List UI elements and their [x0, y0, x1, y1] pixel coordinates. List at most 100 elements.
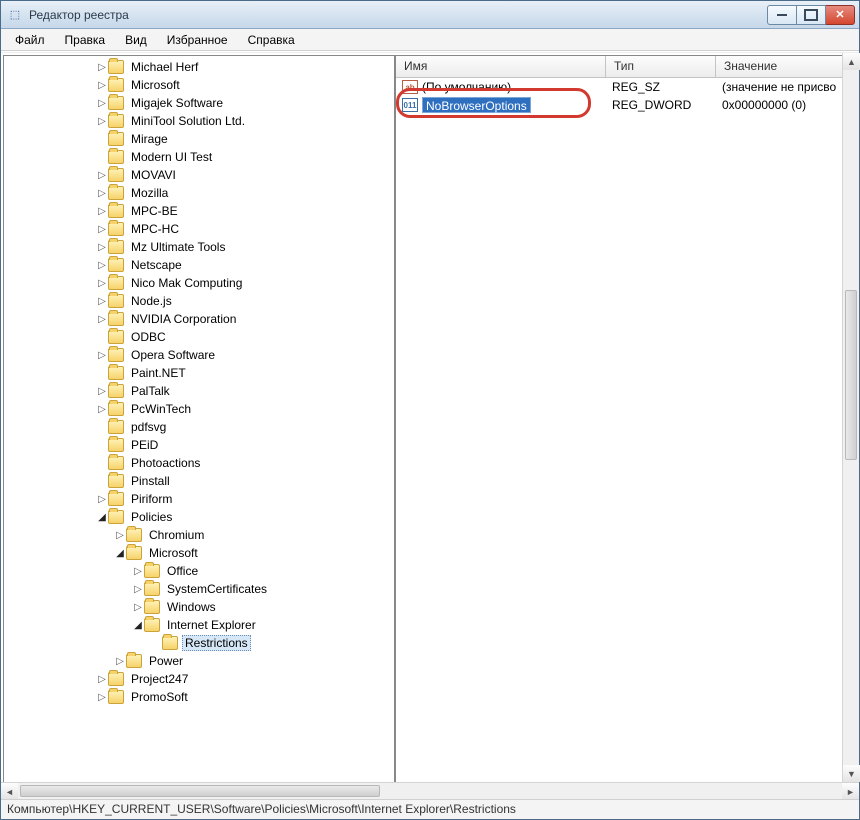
menu-file[interactable]: Файл: [5, 30, 55, 50]
chevron-right-icon[interactable]: ▷: [96, 170, 108, 181]
chevron-right-icon[interactable]: ▷: [96, 206, 108, 217]
tree-item[interactable]: ◢ Microsoft: [4, 544, 394, 562]
tree-item[interactable]: ▷Office: [4, 562, 394, 580]
chevron-right-icon[interactable]: ▷: [96, 692, 108, 703]
tree-item[interactable]: ▷Mozilla: [4, 184, 394, 202]
chevron-right-icon[interactable]: ▷: [96, 494, 108, 505]
folder-icon: [108, 258, 124, 272]
chevron-right-icon[interactable]: ▷: [96, 80, 108, 91]
chevron-right-icon[interactable]: ▷: [96, 242, 108, 253]
chevron-right-icon[interactable]: ▷: [96, 278, 108, 289]
tree-item[interactable]: ◢Policies: [4, 508, 394, 526]
scroll-right-button[interactable]: ►: [842, 783, 857, 797]
folder-icon: [108, 96, 124, 110]
tree-item[interactable]: PEiD: [4, 436, 394, 454]
menu-favorites[interactable]: Избранное: [157, 30, 238, 50]
tree-item[interactable]: Photoactions: [4, 454, 394, 472]
menu-view[interactable]: Вид: [115, 30, 157, 50]
value-type: REG_DWORD: [606, 97, 716, 113]
tree-item[interactable]: ▷Windows: [4, 598, 394, 616]
folder-icon: [162, 636, 178, 650]
value-row-default[interactable]: ab (По умолчанию) REG_SZ (значение не пр…: [396, 78, 856, 96]
chevron-right-icon[interactable]: ▷: [114, 656, 126, 667]
tree-item[interactable]: ODBC: [4, 328, 394, 346]
chevron-right-icon[interactable]: ▷: [132, 584, 144, 595]
tree-item[interactable]: ▷ MOVAVI: [4, 166, 394, 184]
chevron-right-icon[interactable]: ▷: [132, 566, 144, 577]
value-row-nobrowseroptions[interactable]: 011 NoBrowserOptions REG_DWORD 0x0000000…: [396, 96, 856, 114]
tree-item[interactable]: ▷Migajek Software: [4, 94, 394, 112]
tree-item-label: Microsoft: [128, 77, 183, 93]
tree-item[interactable]: ▷Netscape: [4, 256, 394, 274]
tree-item[interactable]: ▷PromoSoft: [4, 688, 394, 706]
chevron-right-icon[interactable]: ▷: [96, 350, 108, 361]
value-name-editing[interactable]: NoBrowserOptions: [422, 97, 531, 113]
tree-item[interactable]: ▷ Project247: [4, 670, 394, 688]
tree-item-label: MOVAVI: [128, 167, 179, 183]
chevron-right-icon[interactable]: ▷: [96, 116, 108, 127]
tree-item[interactable]: ▷Michael Herf: [4, 58, 394, 76]
chevron-down-icon[interactable]: ◢: [132, 620, 144, 631]
column-header-type[interactable]: Тип: [606, 56, 716, 77]
values-horizontal-scrollbar[interactable]: ◄ ►: [395, 782, 857, 797]
folder-icon: [108, 60, 124, 74]
body: ▷Michael Herf▷Microsoft▷Migajek Software…: [1, 52, 859, 799]
tree-item[interactable]: ▷Opera Software: [4, 346, 394, 364]
values-list[interactable]: ab (По умолчанию) REG_SZ (значение не пр…: [396, 78, 856, 796]
tree-item[interactable]: ▷Node.js: [4, 292, 394, 310]
tree-item[interactable]: Modern UI Test: [4, 148, 394, 166]
minimize-button[interactable]: [767, 5, 797, 25]
tree-item[interactable]: ▷ Mz Ultimate Tools: [4, 238, 394, 256]
maximize-button[interactable]: [796, 5, 826, 25]
tree-item[interactable]: ▷Piriform: [4, 490, 394, 508]
chevron-right-icon[interactable]: ▷: [96, 260, 108, 271]
chevron-down-icon[interactable]: ◢: [96, 512, 108, 523]
tree-item[interactable]: ▷ Nico Mak Computing: [4, 274, 394, 292]
tree-item[interactable]: ▷PcWinTech: [4, 400, 394, 418]
menu-edit[interactable]: Правка: [55, 30, 116, 50]
folder-icon: [108, 384, 124, 398]
chevron-right-icon[interactable]: ▷: [96, 98, 108, 109]
chevron-right-icon[interactable]: ▷: [96, 188, 108, 199]
tree-item[interactable]: Pinstall: [4, 472, 394, 490]
tree-item[interactable]: Restrictions: [4, 634, 394, 652]
tree-item[interactable]: ▷Chromium: [4, 526, 394, 544]
tree-item[interactable]: ▷SystemCertificates: [4, 580, 394, 598]
column-header-name[interactable]: Имя: [396, 56, 606, 77]
folder-icon: [108, 186, 124, 200]
chevron-right-icon[interactable]: ▷: [114, 530, 126, 541]
tree-item[interactable]: ▷MPC-HC: [4, 220, 394, 238]
chevron-right-icon[interactable]: ▷: [96, 386, 108, 397]
tree-item[interactable]: pdfsvg: [4, 418, 394, 436]
tree-item[interactable]: ▷MiniTool Solution Ltd.: [4, 112, 394, 130]
menu-help[interactable]: Справка: [238, 30, 305, 50]
tree-item[interactable]: ▷ Microsoft: [4, 76, 394, 94]
tree-item-label: PEiD: [128, 437, 161, 453]
folder-icon: [126, 528, 142, 542]
tree-item-label: Mirage: [128, 131, 171, 147]
chevron-right-icon[interactable]: ▷: [96, 62, 108, 73]
folder-icon: [108, 474, 124, 488]
tree-item-label: Microsoft: [146, 545, 201, 561]
tree-item[interactable]: ▷NVIDIA Corporation: [4, 310, 394, 328]
chevron-right-icon[interactable]: ▷: [132, 602, 144, 613]
tree-item-label: Nico Mak Computing: [128, 275, 245, 291]
chevron-right-icon[interactable]: ▷: [96, 314, 108, 325]
tree-item[interactable]: ◢Internet Explorer: [4, 616, 394, 634]
tree-item[interactable]: Paint.NET: [4, 364, 394, 382]
tree-item-label: Mz Ultimate Tools: [128, 239, 228, 255]
tree-view[interactable]: ▷Michael Herf▷Microsoft▷Migajek Software…: [4, 56, 394, 796]
folder-icon: [126, 654, 142, 668]
column-header-value[interactable]: Значение: [716, 56, 856, 77]
tree-item-label: Project247: [128, 671, 191, 687]
close-button[interactable]: [825, 5, 855, 25]
tree-item[interactable]: ▷PalTalk: [4, 382, 394, 400]
tree-item[interactable]: ▷MPC-BE: [4, 202, 394, 220]
chevron-down-icon[interactable]: ◢: [114, 548, 126, 559]
chevron-right-icon[interactable]: ▷: [96, 674, 108, 685]
chevron-right-icon[interactable]: ▷: [96, 224, 108, 235]
chevron-right-icon[interactable]: ▷: [96, 296, 108, 307]
tree-item[interactable]: Mirage: [4, 130, 394, 148]
chevron-right-icon[interactable]: ▷: [96, 404, 108, 415]
tree-item[interactable]: ▷Power: [4, 652, 394, 670]
